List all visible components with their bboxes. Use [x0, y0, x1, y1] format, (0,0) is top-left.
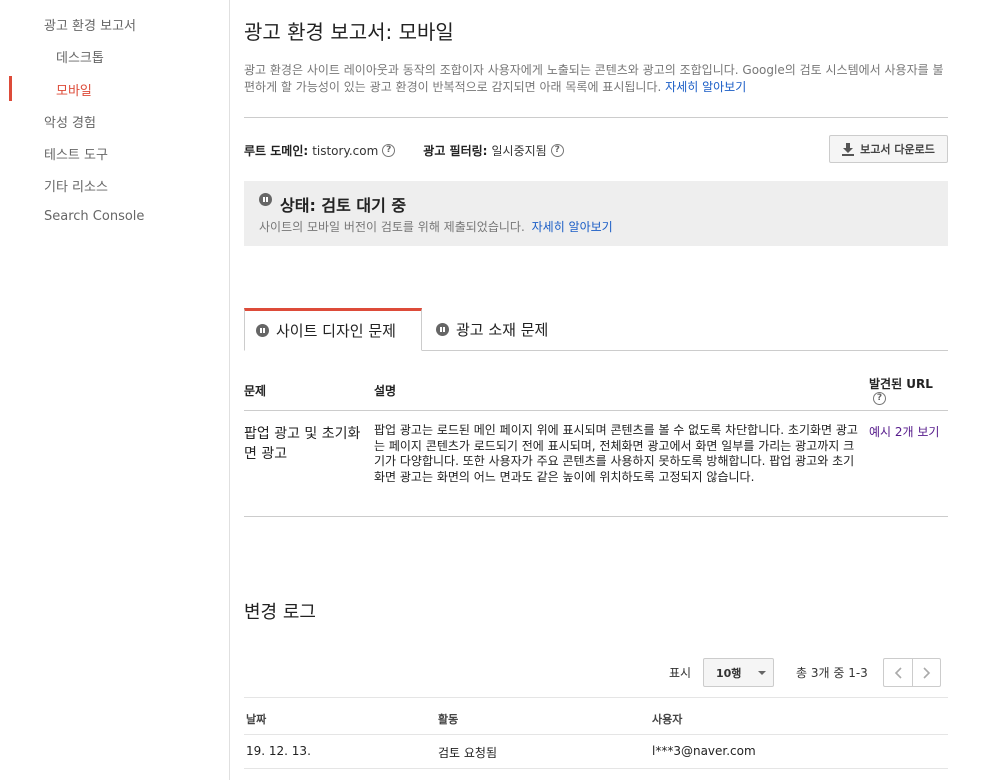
column-header-date: 날짜 — [246, 713, 267, 726]
active-indicator — [9, 76, 12, 101]
tab-ad-creative-issues[interactable]: 광고 소재 문제 — [436, 308, 548, 350]
main-content: 광고 환경 보고서: 모바일 광고 환경은 사이트 레이아웃과 동작의 조합이자… — [231, 0, 998, 780]
log-cell-user: l***3@naver.com — [652, 744, 756, 758]
column-header-found-urls: 발견된 URL — [869, 377, 933, 391]
download-report-label: 보고서 다운로드 — [860, 143, 935, 156]
intro-text: 광고 환경은 사이트 레이아웃과 동작의 조합이자 사용자에게 노출되는 콘텐츠… — [244, 62, 954, 96]
issue-name: 팝업 광고 및 초기화면 광고 — [244, 426, 361, 462]
column-header-user: 사용자 — [652, 713, 683, 726]
download-icon — [842, 142, 855, 156]
next-page-button[interactable] — [912, 658, 941, 687]
help-icon[interactable]: ? — [382, 144, 396, 157]
divider — [244, 410, 948, 411]
view-examples-link[interactable]: 예시 2개 보기 — [869, 423, 939, 440]
help-icon[interactable]: ? — [550, 144, 564, 157]
chevron-right-icon — [922, 666, 930, 679]
status-title: 상태: 검토 대기 중 — [280, 196, 407, 215]
pagination-range: 총 3개 중 1-3 — [796, 666, 868, 680]
intro-learn-more-link[interactable]: 자세히 알아보기 — [665, 80, 746, 94]
chevron-left-icon — [894, 666, 902, 679]
root-domain-value: tistory.com — [312, 143, 379, 158]
divider — [244, 697, 948, 698]
tab-label: 사이트 디자인 문제 — [276, 322, 396, 340]
status-desc-text: 사이트의 모바일 버전이 검토를 위해 제출되었습니다. — [259, 220, 525, 234]
tab-site-design-issues[interactable]: 사이트 디자인 문제 — [244, 308, 422, 351]
rows-per-page-value: 10행 — [716, 666, 742, 680]
page-title: 광고 환경 보고서: 모바일 — [244, 20, 454, 44]
sidebar-item-desktop[interactable]: 데스크톱 — [56, 47, 104, 66]
column-header-description: 설명 — [374, 384, 397, 398]
status-learn-more-link[interactable]: 자세히 알아보기 — [532, 220, 613, 234]
sidebar-item-other-resources[interactable]: 기타 리소스 — [44, 176, 108, 195]
rows-per-page-select[interactable]: 10행 — [703, 658, 774, 687]
column-header-problem: 문제 — [244, 384, 267, 398]
help-icon[interactable]: ? — [873, 392, 886, 405]
sidebar-item-search-console[interactable]: Search Console — [44, 209, 144, 224]
divider — [244, 734, 948, 735]
ad-filtering-label: 광고 필터링: — [423, 144, 488, 158]
sidebar-item-ad-experience-report[interactable]: 광고 환경 보고서 — [44, 15, 136, 34]
divider — [244, 768, 948, 769]
pause-icon — [436, 322, 449, 336]
ad-filtering-value: 일시중지됨 — [491, 144, 547, 158]
divider — [244, 516, 948, 517]
rows-per-page-label: 표시 — [669, 666, 692, 680]
sidebar-item-mobile[interactable]: 모바일 — [56, 80, 92, 99]
intro-body: 광고 환경은 사이트 레이아웃과 동작의 조합이자 사용자에게 노출되는 콘텐츠… — [244, 63, 944, 94]
divider — [244, 117, 948, 118]
column-header-activity: 활동 — [438, 713, 459, 726]
status-description: 사이트의 모바일 버전이 검토를 위해 제출되었습니다. 자세히 알아보기 — [259, 218, 613, 235]
status-box: 상태: 검토 대기 중 사이트의 모바일 버전이 검토를 위해 제출되었습니다.… — [244, 181, 948, 246]
previous-page-button[interactable] — [883, 658, 912, 687]
pause-icon — [256, 324, 269, 337]
sidebar-item-testing-tools[interactable]: 테스트 도구 — [44, 144, 108, 163]
issue-description: 팝업 광고는 로드된 메인 페이지 위에 표시되며 콘텐츠를 볼 수 없도록 차… — [374, 423, 858, 484]
sidebar: 광고 환경 보고서 데스크톱 모바일 악성 경험 테스트 도구 기타 리소스 S… — [0, 0, 230, 780]
log-cell-date: 19. 12. 13. — [246, 744, 311, 758]
changelog-title: 변경 로그 — [244, 602, 316, 623]
tab-label: 광고 소재 문제 — [456, 320, 549, 339]
root-domain-label: 루트 도메인: — [244, 144, 309, 158]
log-cell-activity: 검토 요청됨 — [438, 746, 498, 760]
download-report-button[interactable]: 보고서 다운로드 — [829, 135, 948, 163]
chevron-down-icon — [758, 671, 766, 675]
sidebar-item-abusive-experiences[interactable]: 악성 경험 — [44, 112, 96, 131]
pause-icon — [259, 193, 272, 206]
meta-row: 루트 도메인: tistory.com ? 광고 필터링: 일시중지됨 ? — [244, 142, 564, 159]
